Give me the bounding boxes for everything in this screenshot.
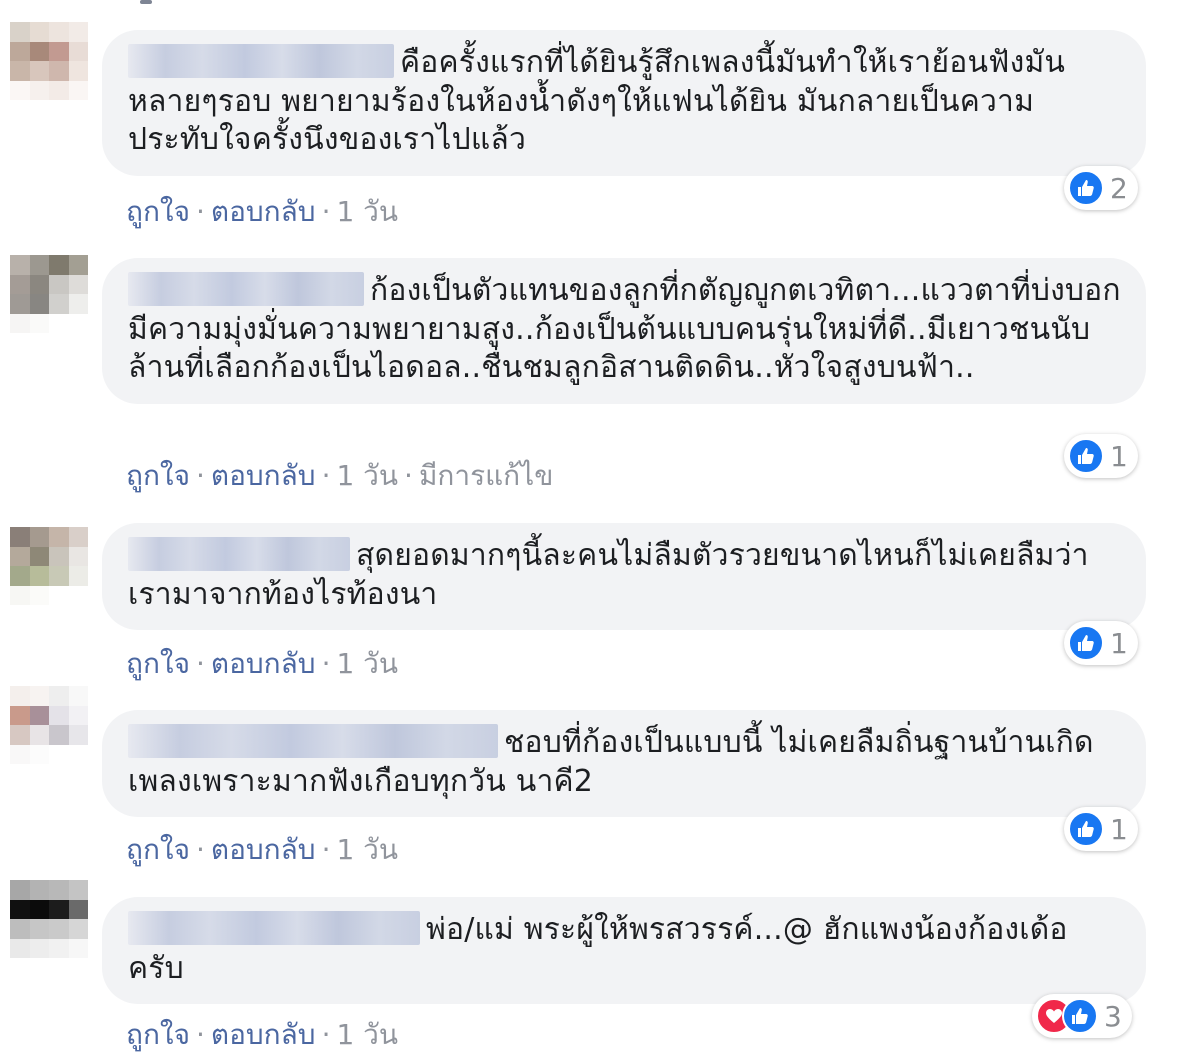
comment-actions: ถูกใจ · ตอบกลับ · 1 วัน [126,833,399,866]
reaction-summary[interactable]: 1 [1064,807,1138,851]
comment-actions: ถูกใจ · ตอบกลับ · 1 วัน [126,1018,399,1051]
comment-actions: ถูกใจ · ตอบกลับ · 1 วัน [126,195,399,228]
like-link[interactable]: ถูกใจ [126,459,190,492]
avatar[interactable] [10,527,88,605]
comment-bubble: ชอบที่ก้องเป็นแบบนี้ ไม่เคยลืมถิ่นฐานบ้า… [102,710,1146,817]
edited-label[interactable]: มีการแก้ไข [419,459,553,492]
reaction-count: 1 [1110,439,1128,473]
comment-text: สุดยอดมากๆนี้ละคนไม่ลืมตัวรวยขนาดไหนก็ไม… [128,537,1089,612]
comment-bubble: สุดยอดมากๆนี้ละคนไม่ลืมตัวรวยขนาดไหนก็ไม… [102,523,1146,630]
comment-actions: ถูกใจ · ตอบกลับ · 1 วัน [126,647,399,680]
thumbs-up-icon [1068,170,1104,206]
thumbs-up-icon [1068,625,1104,661]
comment-text: ก้องเป็นตัวแทนของลูกที่กตัญญูกตเวทิตา...… [128,272,1121,385]
avatar[interactable] [10,22,88,100]
author-name[interactable] [128,724,498,758]
reply-link[interactable]: ตอบกลับ [211,459,316,492]
reaction-count: 2 [1110,171,1128,205]
thumbs-up-icon [1068,811,1104,847]
reply-link[interactable]: ตอบกลับ [211,647,316,680]
avatar[interactable] [10,686,88,764]
comment-bubble: คือครั้งแรกที่ได้ยินรู้สึกเพลงนี้มันทำให… [102,30,1146,176]
reaction-summary[interactable]: 1 [1064,621,1138,665]
comment-text: คือครั้งแรกที่ได้ยินรู้สึกเพลงนี้มันทำให… [128,44,1066,157]
like-link[interactable]: ถูกใจ [126,1018,190,1051]
author-name[interactable] [128,537,350,571]
comment-bubble: ก้องเป็นตัวแทนของลูกที่กตัญญูกตเวทิตา...… [102,258,1146,404]
like-link[interactable]: ถูกใจ [126,195,190,228]
like-link[interactable]: ถูกใจ [126,833,190,866]
timestamp[interactable]: 1 วัน [336,833,398,866]
reaction-summary[interactable]: 3 [1032,994,1132,1038]
reply-link[interactable]: ตอบกลับ [211,833,316,866]
reaction-summary[interactable]: 1 [1064,434,1138,478]
avatar[interactable] [10,255,88,333]
comment-text: พ่อ/แม่ พระผู้ให้พรสวรรค์...@ ฮักแพงน้อง… [128,911,1068,986]
comment-bubble: พ่อ/แม่ พระผู้ให้พรสวรรค์...@ ฮักแพงน้อง… [102,897,1146,1004]
author-name[interactable] [128,44,394,78]
timestamp[interactable]: 1 วัน [336,647,398,680]
reaction-count: 1 [1110,626,1128,660]
like-link[interactable]: ถูกใจ [126,647,190,680]
avatar[interactable] [10,880,88,958]
previous-comment-edge [140,0,152,4]
comment-text: ชอบที่ก้องเป็นแบบนี้ ไม่เคยลืมถิ่นฐานบ้า… [128,724,1104,799]
timestamp[interactable]: 1 วัน [336,1018,398,1051]
reply-link[interactable]: ตอบกลับ [211,1018,316,1051]
reaction-summary[interactable]: 2 [1064,166,1138,210]
comment-actions: ถูกใจ · ตอบกลับ · 1 วัน · มีการแก้ไข [126,459,554,492]
reply-link[interactable]: ตอบกลับ [211,195,316,228]
thumbs-up-icon [1068,438,1104,474]
reaction-count: 3 [1104,999,1122,1033]
reaction-count: 1 [1110,812,1128,846]
thumbs-up-icon [1062,998,1098,1034]
timestamp[interactable]: 1 วัน [336,195,398,228]
author-name[interactable] [128,272,364,306]
timestamp[interactable]: 1 วัน [336,459,398,492]
author-name[interactable] [128,911,420,945]
